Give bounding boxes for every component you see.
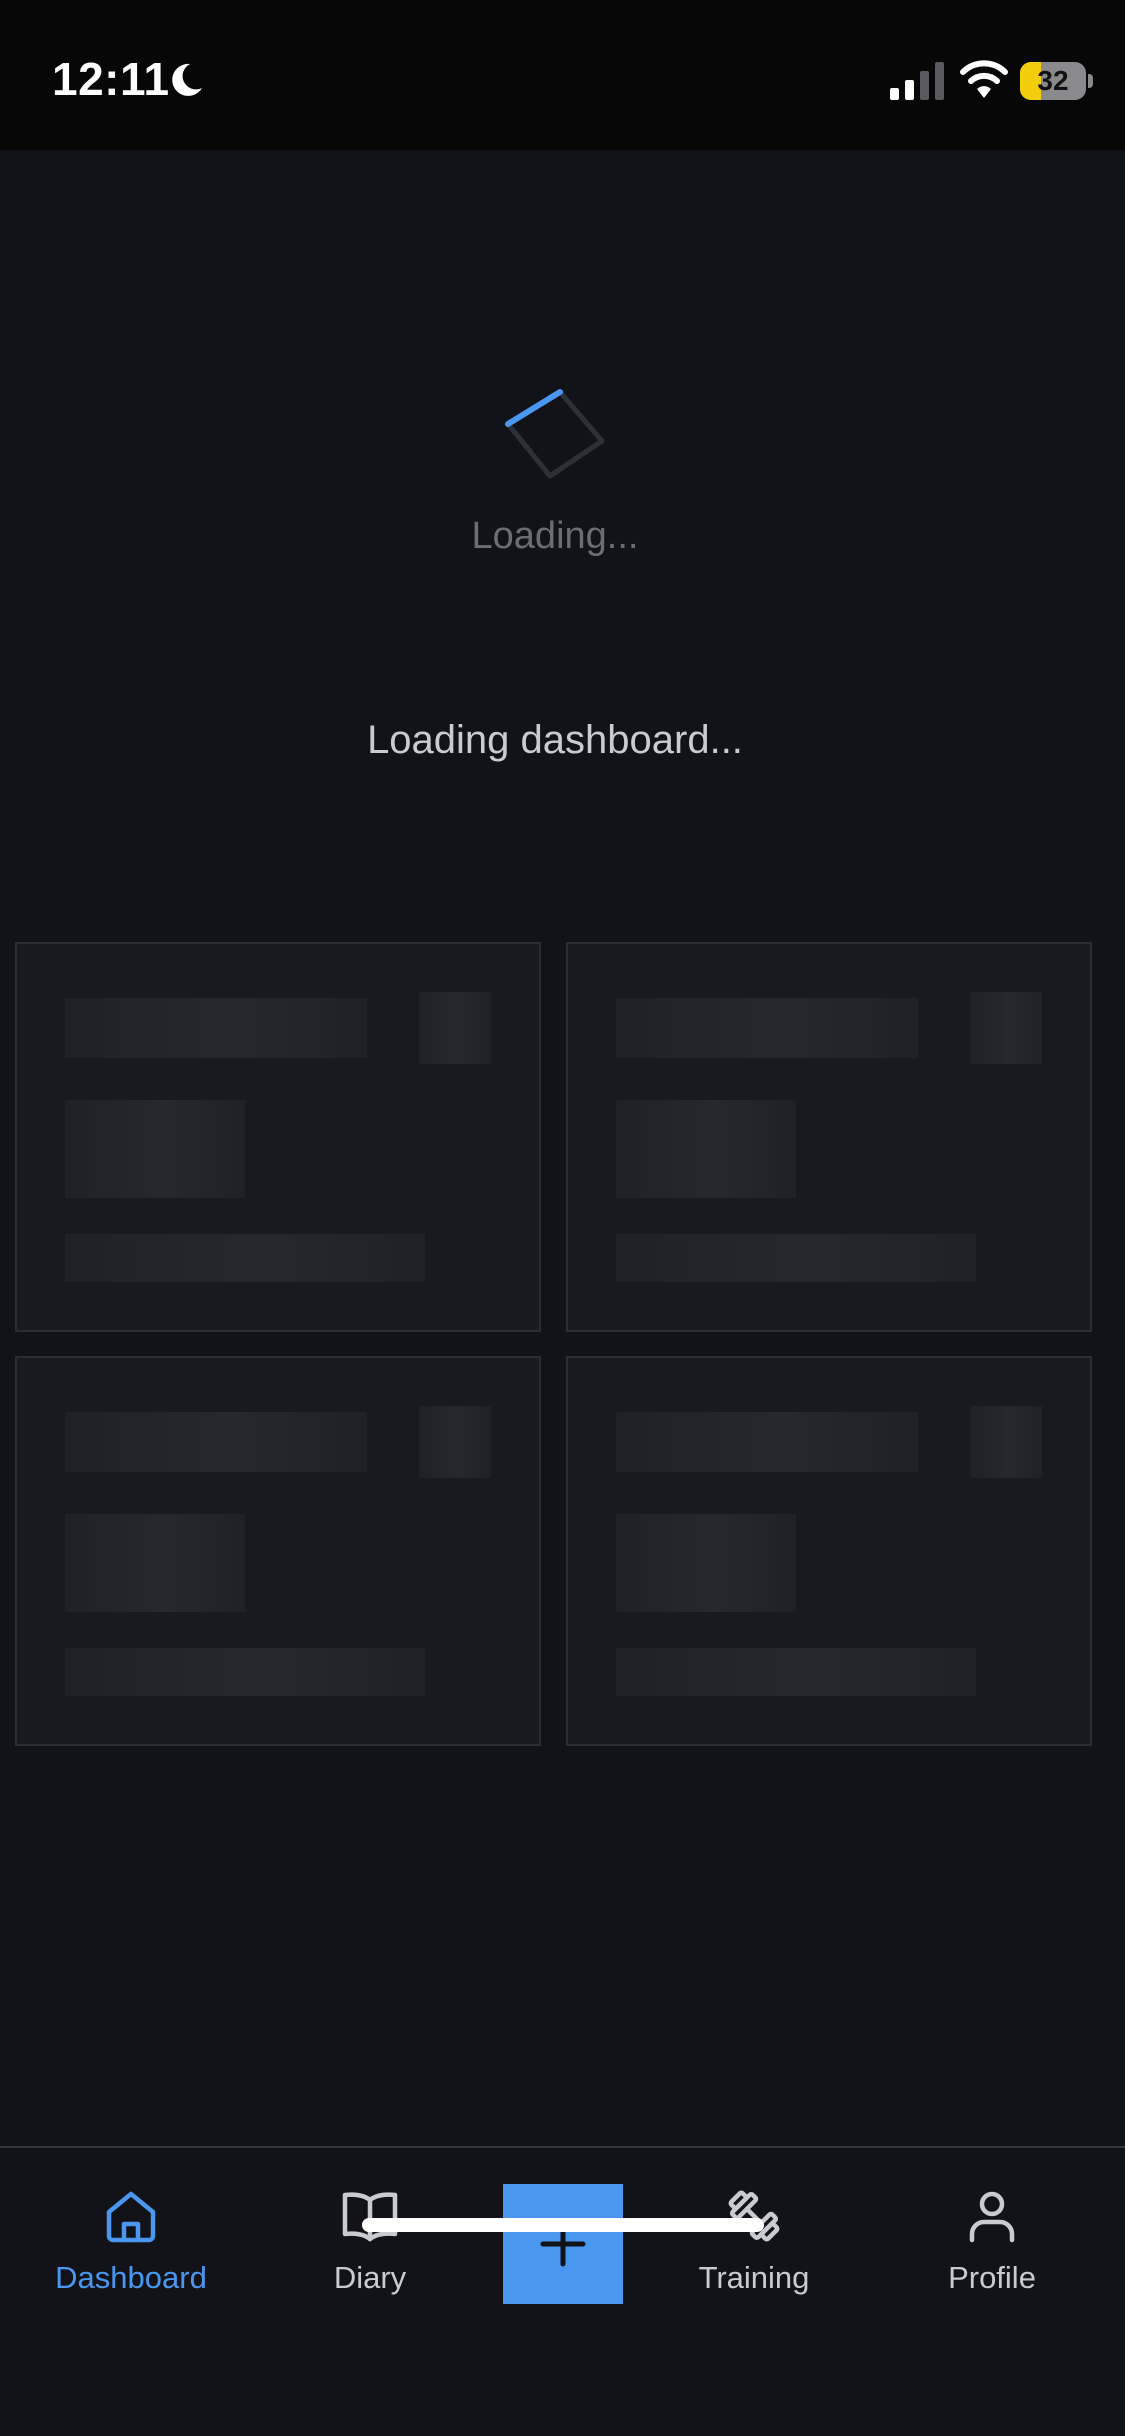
battery-indicator: 32 — [1020, 62, 1093, 100]
moon-icon — [172, 63, 202, 96]
skeleton-subtitle — [65, 1648, 425, 1696]
skeleton-value — [616, 1100, 796, 1198]
app-screen: 12:11 32 Loading... Loading dashboard...… — [0, 0, 1125, 2436]
nav-label-profile: Profile — [948, 2260, 1036, 2295]
skeleton-card — [15, 1356, 541, 1746]
home-indicator[interactable] — [362, 2218, 764, 2232]
skeleton-badge — [970, 1406, 1042, 1478]
skeleton-badge — [419, 1406, 491, 1478]
bottom-navigation: Dashboard Diary Training Profile — [0, 2146, 1125, 2436]
skeleton-subtitle — [65, 1234, 425, 1282]
skeleton-value — [65, 1100, 245, 1198]
nav-label-diary: Diary — [333, 2260, 407, 2295]
status-bar: 12:11 32 — [0, 0, 1125, 150]
loading-label: Loading... — [471, 515, 639, 557]
dashboard-loading-message: Loading dashboard... — [367, 718, 743, 762]
add-button[interactable] — [503, 2184, 623, 2304]
skeleton-card-grid — [15, 942, 1092, 1746]
nav-label-dashboard: Dashboard — [55, 2260, 207, 2295]
nav-item-diary[interactable]: Diary — [270, 2186, 470, 2316]
skeleton-title — [616, 1412, 918, 1472]
battery-percent: 32 — [1037, 65, 1069, 96]
skeleton-badge — [970, 992, 1042, 1064]
skeleton-title — [616, 998, 918, 1058]
nav-item-dashboard[interactable]: Dashboard — [31, 2186, 231, 2316]
wifi-icon — [960, 60, 1008, 98]
book-open-icon — [342, 2192, 398, 2242]
nav-label-training: Training — [698, 2260, 810, 2295]
skeleton-title — [65, 1412, 367, 1472]
home-icon — [106, 2191, 156, 2243]
skeleton-badge — [419, 992, 491, 1064]
skeleton-subtitle — [616, 1234, 976, 1282]
skeleton-card — [566, 942, 1092, 1332]
skeleton-card — [566, 1356, 1092, 1746]
loading-spinner-icon — [505, 389, 605, 479]
skeleton-title — [65, 998, 367, 1058]
skeleton-subtitle — [616, 1648, 976, 1696]
nav-item-profile[interactable]: Profile — [892, 2186, 1092, 2316]
skeleton-value — [65, 1514, 245, 1612]
skeleton-card — [15, 942, 541, 1332]
nav-item-training[interactable]: Training — [654, 2186, 854, 2316]
status-time: 12:11 — [52, 53, 170, 105]
user-icon — [969, 2191, 1015, 2243]
cellular-signal-icon — [890, 62, 944, 100]
skeleton-value — [616, 1514, 796, 1612]
dumbbell-icon — [728, 2190, 780, 2242]
